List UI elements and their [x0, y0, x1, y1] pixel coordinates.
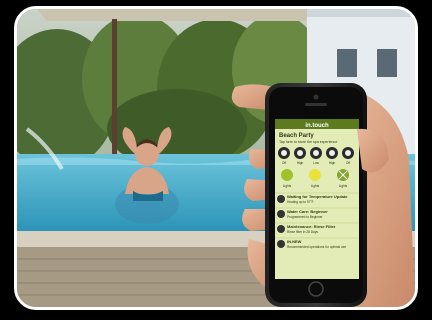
app-name: in.touch	[305, 123, 329, 129]
status-subtitle: Rinse filter in 28 Days	[287, 230, 318, 234]
status-circle-icon	[277, 210, 285, 218]
light-label: Lights	[283, 184, 292, 188]
status-subtitle: Heating up to 97°F	[287, 200, 314, 204]
pump-label: Off	[346, 161, 350, 165]
status-circle-icon	[277, 195, 285, 203]
pump-label: Off	[282, 161, 286, 165]
light-label: Lights	[311, 184, 320, 188]
light-bulb-icon[interactable]: Lights	[309, 169, 321, 188]
status-subtitle: Programmed to Beginner	[287, 215, 324, 219]
status-subtitle: Recommended operations for optimal use	[287, 245, 346, 249]
status-title: Waiting for Temperature Update	[287, 194, 348, 199]
photo-frame: in.touch Beach Party Tap here to store t…	[14, 6, 418, 310]
status-circle-icon	[277, 240, 285, 248]
light-label: Lights	[339, 184, 348, 188]
pump-label: High	[297, 161, 304, 165]
pump-label: High	[329, 161, 336, 165]
light-bulb-icon[interactable]: Lights	[337, 169, 349, 188]
scene-title[interactable]: Beach Party	[279, 133, 314, 139]
status-circle-icon	[277, 225, 285, 233]
status-title: Water Care: Beginner	[287, 209, 328, 214]
pump-label: Low	[313, 161, 320, 165]
scene-hint: Tap here to store the spa experience	[279, 140, 337, 144]
light-bulb-icon[interactable]: Lights	[281, 169, 293, 188]
phone-screen: in.touch Beach Party Tap here to store t…	[275, 119, 359, 279]
status-title: IN.NEW	[287, 239, 302, 244]
spa-scene: in.touch Beach Party Tap here to store t…	[17, 9, 415, 307]
status-title: Maintenance: Rinse Filter	[287, 224, 336, 229]
light-row: Lights Lights Lights	[281, 169, 349, 188]
